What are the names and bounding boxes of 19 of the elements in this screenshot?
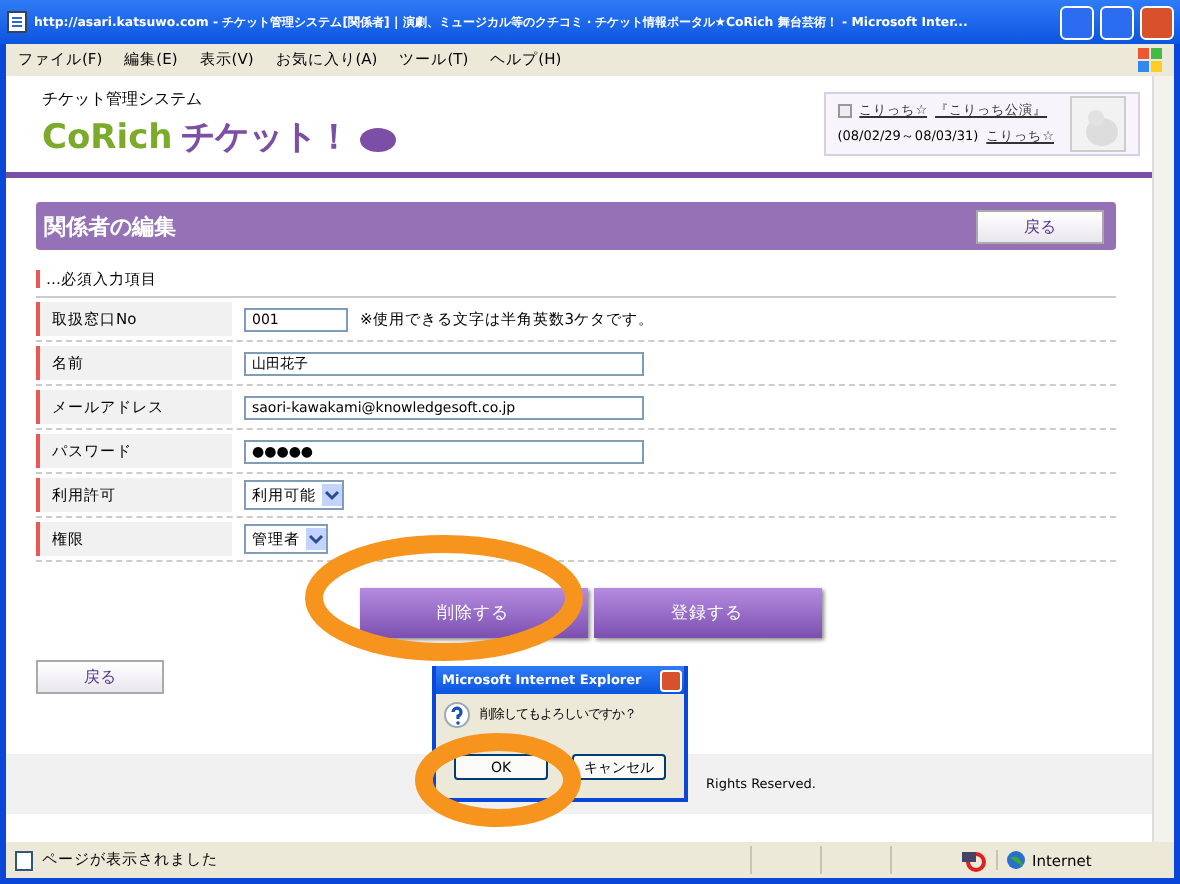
page-icon bbox=[6, 10, 28, 34]
section-title: 関係者の編集 bbox=[44, 211, 176, 241]
maximize-button[interactable] bbox=[1100, 5, 1134, 39]
logo-text: CoRich bbox=[42, 117, 173, 157]
windows-logo-icon bbox=[1138, 48, 1162, 72]
scrollbar[interactable] bbox=[1152, 76, 1174, 842]
minimize-button[interactable] bbox=[1060, 5, 1094, 39]
action-button[interactable]: 登録する bbox=[593, 588, 821, 638]
question-icon bbox=[444, 702, 470, 728]
globe-icon bbox=[1006, 850, 1026, 870]
close-button[interactable] bbox=[1140, 5, 1174, 39]
back-button[interactable]: 戻る bbox=[36, 660, 164, 694]
site-subtitle: チケット管理システム bbox=[42, 88, 204, 110]
back-button[interactable]: 戻る bbox=[976, 209, 1104, 243]
blocked-icon bbox=[960, 848, 988, 872]
page-icon bbox=[14, 849, 34, 871]
logo-text: チケット！ bbox=[180, 116, 351, 160]
image-icon bbox=[837, 104, 852, 118]
close-button[interactable] bbox=[660, 669, 682, 691]
